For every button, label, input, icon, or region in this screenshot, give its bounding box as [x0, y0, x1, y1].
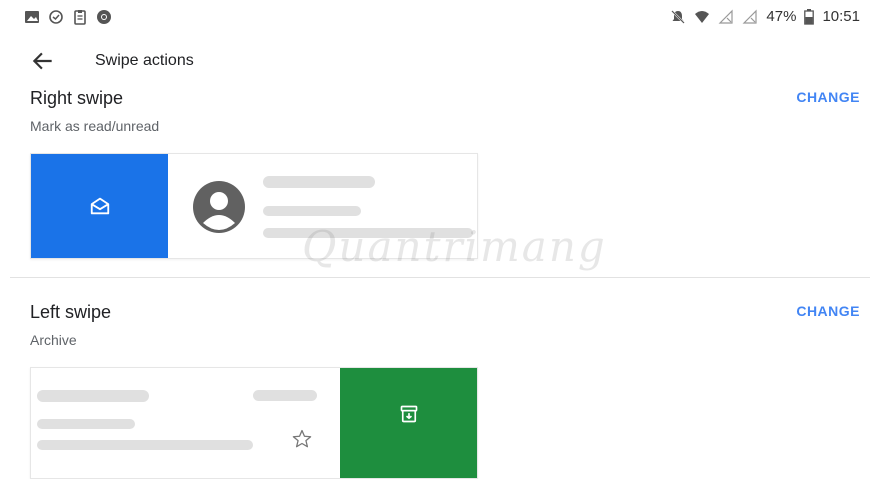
status-right-icons: 47% 10:51 — [670, 8, 860, 25]
watermark: Quantrimang — [302, 222, 607, 271]
clipboard-icon — [74, 10, 86, 25]
archive-action-panel — [340, 368, 477, 478]
page-title: Swipe actions — [95, 52, 194, 69]
placeholder-line — [37, 440, 253, 450]
left-swipe-subtitle: Archive — [30, 332, 77, 348]
image-icon — [25, 11, 39, 23]
left-swipe-preview-card — [30, 367, 478, 479]
placeholder-line — [253, 390, 317, 401]
wifi-icon — [695, 10, 710, 23]
signal-off-icon — [718, 9, 734, 24]
star-icon — [292, 429, 312, 448]
section-divider — [10, 277, 870, 278]
toolbar: Swipe actions — [0, 44, 870, 80]
archive-icon — [400, 405, 417, 423]
right-swipe-change-button[interactable]: CHANGE — [796, 89, 860, 105]
placeholder-line — [37, 390, 149, 402]
signal-off-icon — [742, 9, 758, 24]
right-swipe-subtitle: Mark as read/unread — [30, 118, 160, 134]
bell-off-icon — [671, 9, 686, 24]
chrome-icon — [97, 10, 111, 24]
status-bar: 47% 10:51 — [0, 0, 870, 36]
back-arrow-icon[interactable] — [30, 48, 56, 74]
status-left-icons — [24, 9, 112, 25]
avatar-icon — [193, 181, 245, 233]
circle-check-icon — [49, 10, 63, 24]
battery-icon — [804, 8, 815, 25]
right-swipe-title: Right swipe — [30, 88, 124, 108]
left-swipe-title: Left swipe — [30, 302, 112, 322]
mark-read-action-panel — [31, 154, 168, 258]
battery-percent: 47% — [766, 8, 797, 25]
placeholder-line — [263, 176, 375, 188]
placeholder-line — [37, 419, 135, 429]
mail-open-icon — [90, 197, 109, 215]
clock: 10:51 — [822, 8, 860, 25]
placeholder-line — [263, 206, 361, 216]
left-swipe-change-button[interactable]: CHANGE — [796, 303, 860, 319]
